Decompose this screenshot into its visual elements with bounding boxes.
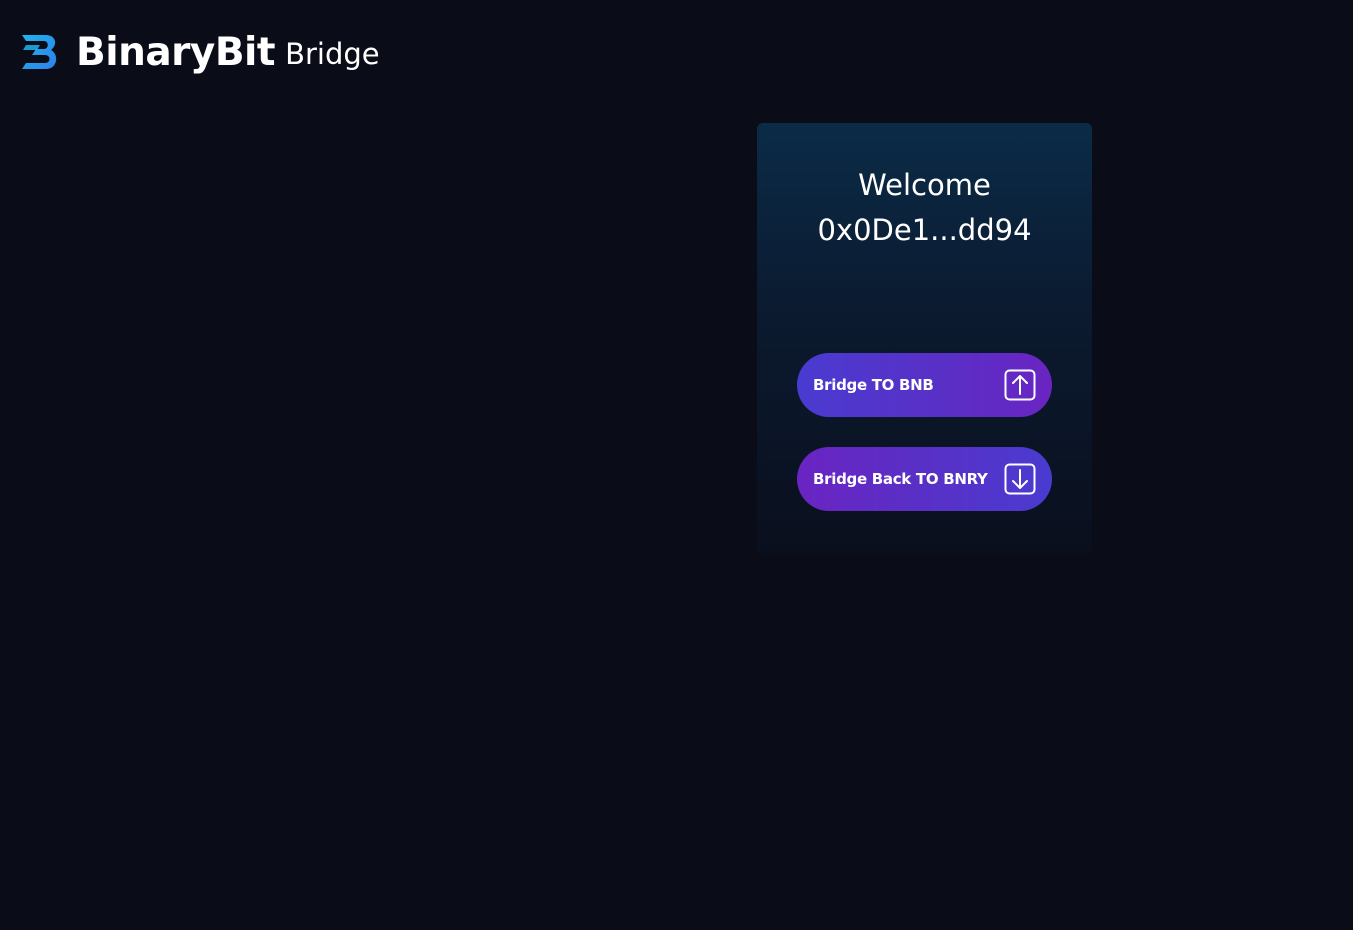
welcome-card: Welcome 0x0De1...dd94 Bridge TO BNB Brid… <box>757 123 1092 555</box>
arrow-up-box-icon <box>1004 369 1036 401</box>
bridge-to-bnb-label: Bridge TO BNB <box>813 376 934 394</box>
wallet-address: 0x0De1...dd94 <box>817 213 1032 247</box>
binarybit-logo-icon[interactable] <box>20 29 66 75</box>
arrow-down-box-icon <box>1004 463 1036 495</box>
bridge-to-bnb-button[interactable]: Bridge TO BNB <box>797 353 1052 417</box>
app-header: BinaryBit Bridge <box>20 26 380 78</box>
brand-name: BinaryBit <box>76 29 276 75</box>
bridge-back-to-bnry-button[interactable]: Bridge Back TO BNRY <box>797 447 1052 511</box>
welcome-heading: Welcome <box>858 168 991 202</box>
brand-subtitle: Bridge <box>285 36 380 71</box>
bridge-back-to-bnry-label: Bridge Back TO BNRY <box>813 470 988 488</box>
